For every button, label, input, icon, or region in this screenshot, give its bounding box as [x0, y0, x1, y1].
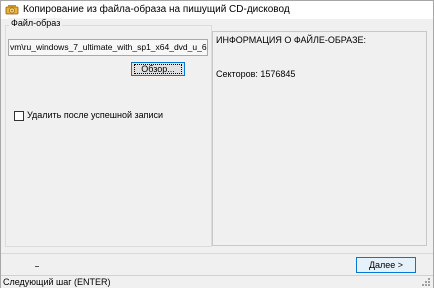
- cd-burner-app-icon: [5, 4, 19, 16]
- image-file-group: [5, 25, 212, 247]
- title-bar[interactable]: Копирование из файла-образа на пишущий C…: [1, 1, 433, 19]
- dash-mark: [35, 266, 39, 267]
- image-sectors-count: Секторов: 1576845: [216, 69, 296, 79]
- dialog-window: Копирование из файла-образа на пишущий C…: [0, 0, 434, 288]
- image-info-header: ИНФОРМАЦИЯ О ФАЙЛЕ-ОБРАЗЕ:: [216, 35, 367, 45]
- next-button[interactable]: Далее >: [356, 257, 416, 273]
- footer-divider: [1, 253, 433, 254]
- delete-after-write-label[interactable]: Удалить после успешной записи: [27, 110, 163, 120]
- image-path-field[interactable]: vm\ru_windows_7_ultimate_with_sp1_x64_dv…: [8, 39, 208, 56]
- focus-rect: [134, 64, 182, 74]
- next-button-label: Далее >: [368, 260, 404, 270]
- browse-button[interactable]: Обзор...: [131, 62, 185, 76]
- status-bar: Следующий шаг (ENTER): [1, 275, 433, 288]
- image-info-panel: [212, 31, 427, 246]
- delete-after-write-checkbox[interactable]: [14, 111, 24, 121]
- window-title: Копирование из файла-образа на пишущий C…: [23, 4, 290, 15]
- resize-grip-icon[interactable]: [421, 277, 431, 287]
- status-text: Следующий шаг (ENTER): [3, 277, 111, 287]
- image-file-group-label: Файл-образ: [9, 18, 63, 28]
